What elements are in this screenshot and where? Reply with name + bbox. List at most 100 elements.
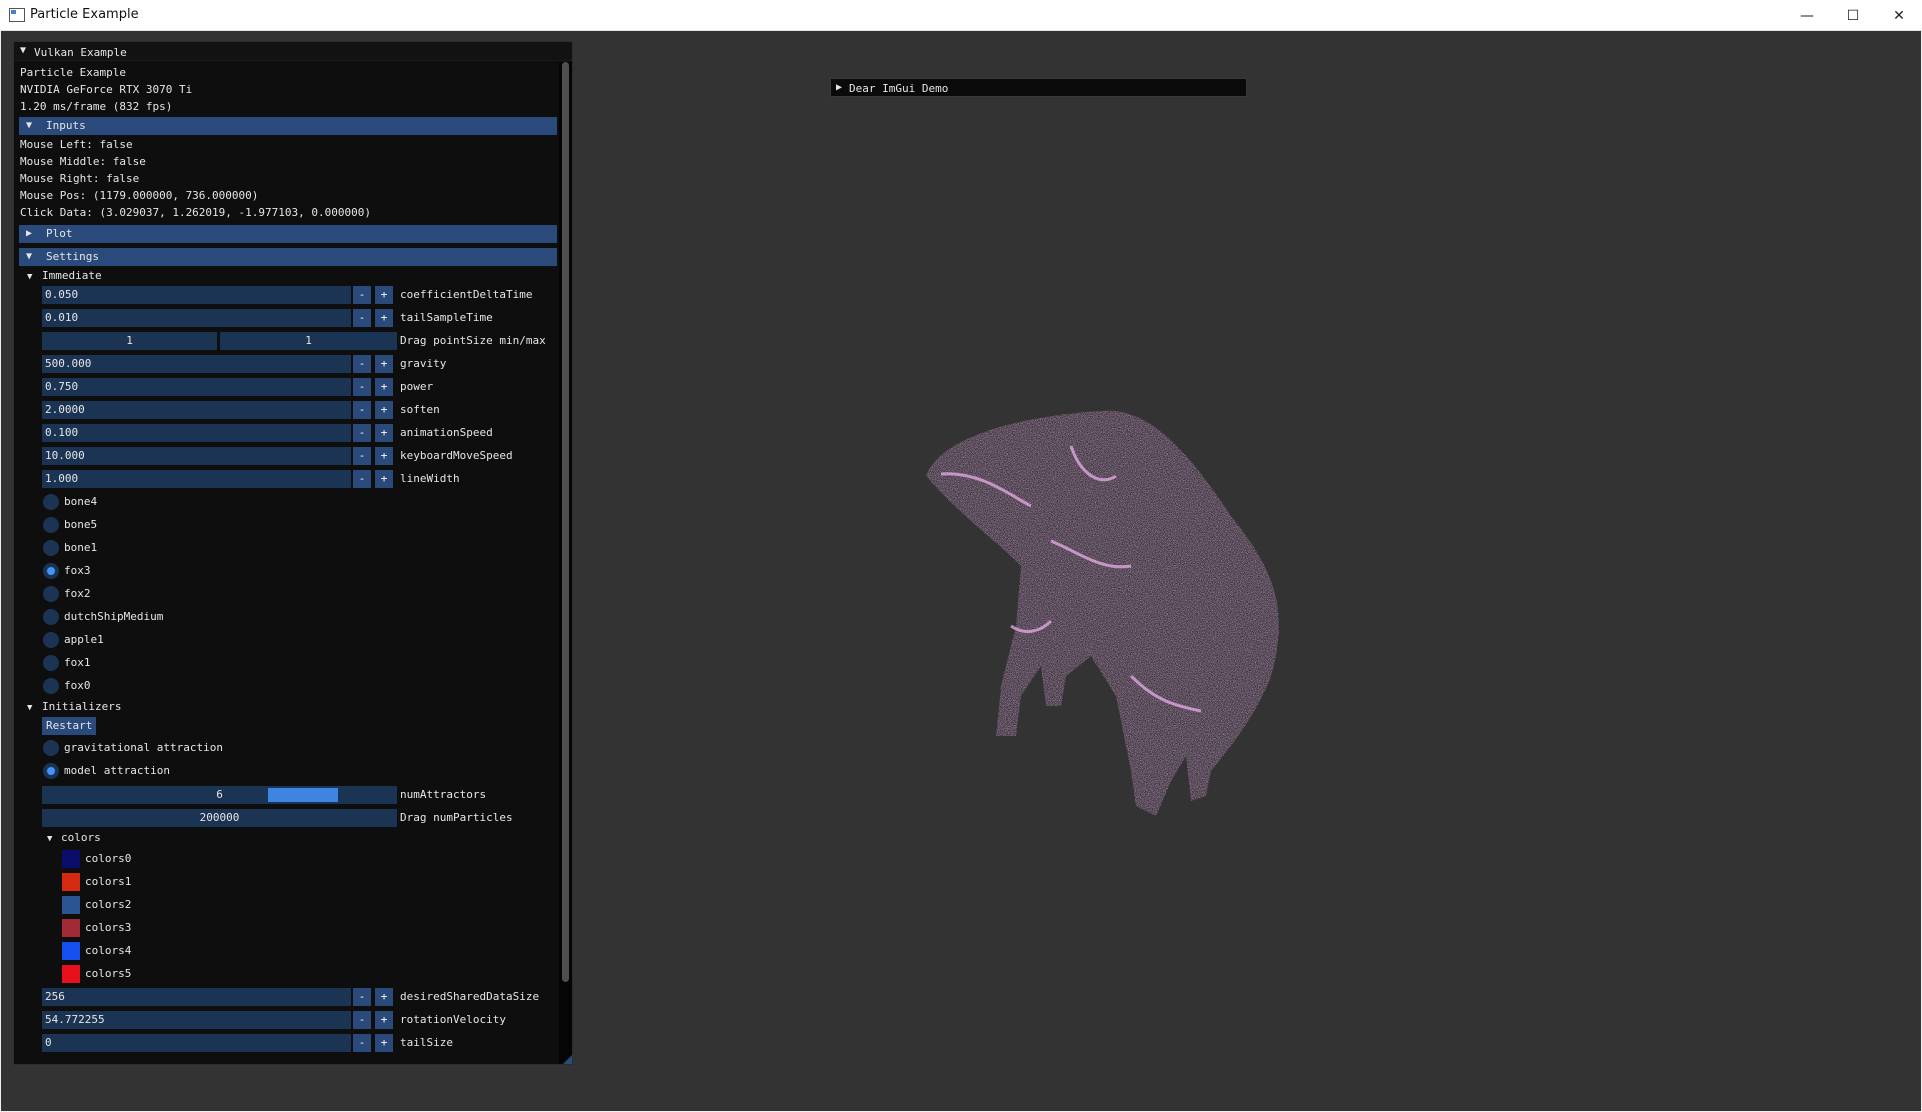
num-particles-label: Drag numParticles [400, 811, 513, 824]
tail-size-minus-button[interactable]: - [353, 1034, 371, 1052]
line-width-value: 1.000 [45, 472, 79, 485]
settings-header[interactable]: ▼ Settings [19, 248, 557, 266]
tree-arrow-icon[interactable]: ▼ [27, 703, 32, 713]
num-particles-drag[interactable]: 200000 [42, 809, 397, 827]
point-size-max-drag[interactable]: 1 [220, 332, 397, 350]
particle-body [926, 410, 1279, 816]
soften-minus-button[interactable]: - [353, 401, 371, 419]
gravity-minus-button[interactable]: - [353, 355, 371, 373]
gravity-plus-button[interactable]: + [375, 355, 393, 373]
animation-speed-minus-button[interactable]: - [353, 424, 371, 442]
expand-arrow-icon[interactable]: ▶ [836, 82, 842, 93]
power-input[interactable]: 0.750 [42, 378, 351, 396]
rotation-velocity-minus-button[interactable]: - [353, 1011, 371, 1029]
maximize-button[interactable]: ☐ [1830, 0, 1876, 31]
scrollbar-thumb[interactable] [562, 62, 569, 982]
tail-sample-time-minus-button[interactable]: - [353, 309, 371, 327]
imgui-scrollbar[interactable] [559, 62, 572, 1064]
plot-header[interactable]: ▶ Plot [19, 225, 557, 243]
model-radio-fox0[interactable] [43, 678, 59, 694]
num-attractors-value: 6 [216, 788, 223, 801]
minimize-button[interactable]: — [1784, 0, 1830, 31]
desired-shared-data-size-minus-button[interactable]: - [353, 988, 371, 1006]
initializers-tree-node[interactable]: Initializers [42, 700, 121, 714]
immediate-tree-node[interactable]: Immediate [42, 269, 102, 283]
inputs-header[interactable]: ▼ Inputs [19, 117, 557, 135]
gravity-input[interactable]: 500.000 [42, 355, 351, 373]
soften-plus-button[interactable]: + [375, 401, 393, 419]
model-attraction-radio[interactable] [43, 763, 59, 779]
color-swatch-colors2[interactable] [62, 896, 80, 914]
model-radio-dutchShipMedium[interactable] [43, 609, 59, 625]
model-radio-fox2[interactable] [43, 586, 59, 602]
imgui-vulkan-window[interactable]: ▼ Vulkan Example Particle Example NVIDIA… [13, 41, 573, 1065]
animation-speed-input[interactable]: 0.100 [42, 424, 351, 442]
imgui-window-header[interactable]: ▼ Vulkan Example [14, 42, 572, 61]
tail-sample-time-input[interactable]: 0.010 [42, 309, 351, 327]
mouse-right-status: Mouse Right: false [20, 172, 140, 185]
animation-speed-plus-button[interactable]: + [375, 424, 393, 442]
num-attractors-slider[interactable]: 6 [42, 786, 397, 804]
gravitational-attraction-radio[interactable] [43, 740, 59, 756]
collapse-arrow-icon[interactable]: ▼ [20, 45, 26, 56]
imgui-demo-window[interactable]: ▶ Dear ImGui Demo [830, 78, 1247, 97]
tail-size-input[interactable]: 0 [42, 1034, 351, 1052]
line-width-label: lineWidth [400, 472, 460, 485]
render-viewport[interactable]: ▶ Dear ImGui Demo ▼ Vulkan Example Parti… [1, 31, 1921, 1111]
color-swatch-colors1[interactable] [62, 873, 80, 891]
desired-shared-data-size-plus-button[interactable]: + [375, 988, 393, 1006]
keyboard-move-speed-input[interactable]: 10.000 [42, 447, 351, 465]
model-radio-bone5[interactable] [43, 517, 59, 533]
resize-grip-icon[interactable] [562, 1054, 572, 1064]
power-minus-button[interactable]: - [353, 378, 371, 396]
tail-sample-time-value: 0.010 [45, 311, 79, 324]
gpu-name: NVIDIA GeForce RTX 3070 Ti [20, 83, 193, 96]
model-radio-fox1[interactable] [43, 655, 59, 671]
collapse-arrow-icon: ▼ [26, 120, 33, 131]
coefficient-delta-time-plus-button[interactable]: + [375, 286, 393, 304]
colors-tree-node[interactable]: colors [61, 831, 101, 845]
coefficient-delta-time-input[interactable]: 0.050 [42, 286, 351, 304]
color-label-colors0: colors0 [85, 852, 132, 865]
rotation-velocity-input[interactable]: 54.772255 [42, 1011, 351, 1029]
model-radio-apple1[interactable] [43, 632, 59, 648]
color-swatch-colors3[interactable] [62, 919, 80, 937]
model-radio-bone4[interactable] [43, 494, 59, 510]
mouse-middle-status: Mouse Middle: false [20, 155, 146, 168]
rotation-velocity-label: rotationVelocity [400, 1013, 506, 1026]
tail-size-value: 0 [45, 1036, 52, 1049]
soften-input[interactable]: 2.0000 [42, 401, 351, 419]
soften-value: 2.0000 [45, 403, 85, 416]
rotation-velocity-plus-button[interactable]: + [375, 1011, 393, 1029]
settings-header-label: Settings [46, 250, 99, 263]
desired-shared-data-size-input[interactable]: 256 [42, 988, 351, 1006]
mouse-left-status: Mouse Left: false [20, 138, 133, 151]
line-width-plus-button[interactable]: + [375, 470, 393, 488]
color-swatch-colors0[interactable] [62, 850, 80, 868]
keyboard-move-speed-minus-button[interactable]: - [353, 447, 371, 465]
model-radio-fox3[interactable] [43, 563, 59, 579]
maximize-icon: ☐ [1846, 7, 1860, 24]
coefficient-delta-time-minus-button[interactable]: - [353, 286, 371, 304]
keyboard-move-speed-plus-button[interactable]: + [375, 447, 393, 465]
power-value: 0.750 [45, 380, 79, 393]
line-width-minus-button[interactable]: - [353, 470, 371, 488]
particle-model [926, 410, 1279, 816]
animation-speed-label: animationSpeed [400, 426, 493, 439]
tree-arrow-icon[interactable]: ▼ [27, 272, 32, 282]
color-swatch-colors5[interactable] [62, 965, 80, 983]
tail-sample-time-plus-button[interactable]: + [375, 309, 393, 327]
power-label: power [400, 380, 434, 393]
line-width-input[interactable]: 1.000 [42, 470, 351, 488]
tail-size-plus-button[interactable]: + [375, 1034, 393, 1052]
tree-arrow-icon[interactable]: ▼ [47, 834, 52, 844]
color-swatch-colors4[interactable] [62, 942, 80, 960]
restart-button[interactable]: Restart [42, 717, 97, 735]
power-plus-button[interactable]: + [375, 378, 393, 396]
frame-time: 1.20 ms/frame (832 fps) [20, 100, 173, 113]
model-label-bone5: bone5 [64, 518, 98, 531]
close-button[interactable]: ✕ [1876, 0, 1922, 31]
point-size-min-drag[interactable]: 1 [42, 332, 217, 350]
point-size-label: Drag pointSize min/max [400, 334, 546, 347]
model-radio-bone1[interactable] [43, 540, 59, 556]
